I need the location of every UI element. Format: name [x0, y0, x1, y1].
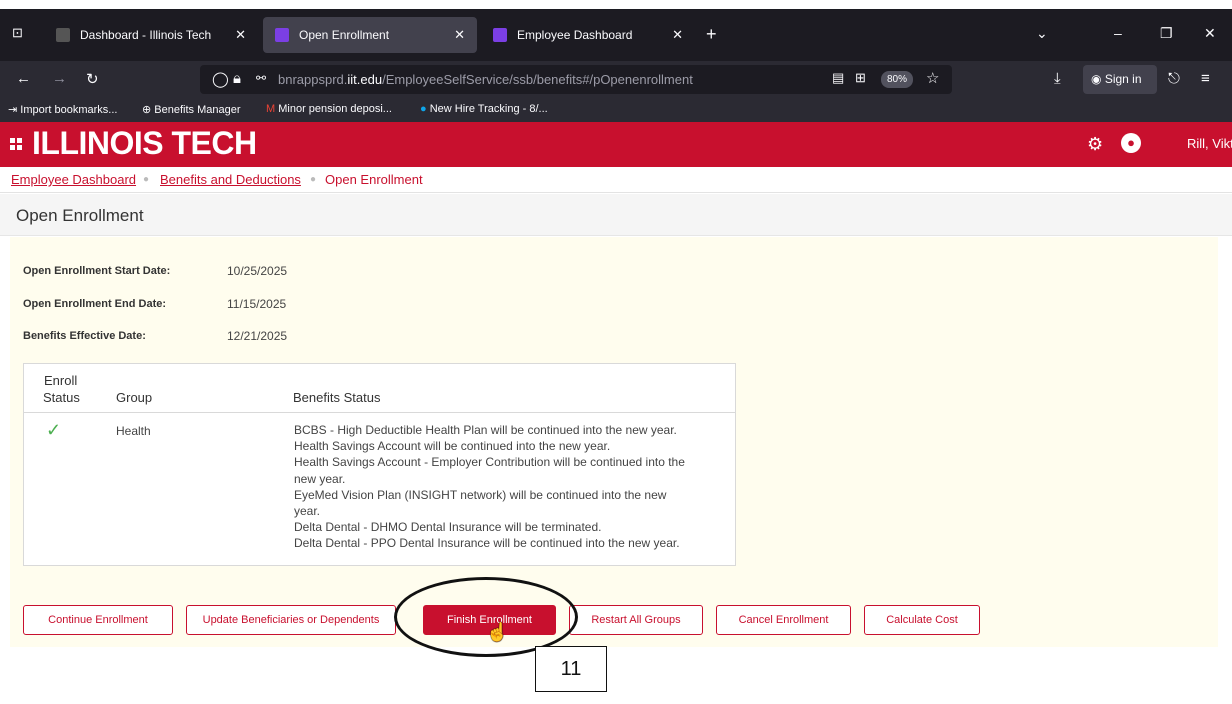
url-text[interactable]: bnrappsprd.iit.edu/EmployeeSelfService/s…: [278, 72, 693, 87]
close-icon[interactable]: ✕: [235, 27, 246, 43]
effective-date-label: Benefits Effective Date:: [23, 330, 146, 342]
minimize-icon[interactable]: –: [1114, 25, 1122, 41]
effective-date-value: 12/21/2025: [227, 329, 288, 343]
user-avatar-icon[interactable]: ●: [1121, 133, 1141, 153]
browser-tab-employee-dashboard[interactable]: Employee Dashboard ✕: [481, 17, 695, 53]
top-strip: [0, 0, 1232, 9]
breadcrumb-benefits-deductions[interactable]: Benefits and Deductions: [160, 172, 301, 187]
close-window-icon[interactable]: ✕: [1204, 25, 1216, 42]
benefit-line: BCBS - High Deductible Health Plan will …: [294, 423, 677, 437]
ellucian-favicon-icon: [493, 28, 507, 42]
breadcrumb-separator: ●: [143, 174, 150, 185]
list-all-tabs-chevron-icon[interactable]: ⌄: [1036, 25, 1048, 42]
tab-title: Employee Dashboard: [517, 28, 633, 42]
breadcrumb: Employee Dashboard ● Benefits and Deduct…: [0, 167, 1232, 193]
end-date-label: Open Enrollment End Date:: [23, 298, 167, 310]
zoom-level-badge[interactable]: 80%: [881, 71, 913, 88]
highlight-ellipse: [394, 577, 578, 657]
restart-all-groups-button[interactable]: Restart All Groups: [569, 605, 703, 635]
page-title: Open Enrollment: [16, 206, 144, 225]
brand-logo[interactable]: ILLINOIS TECH: [32, 125, 257, 162]
benefit-line: Health Savings Account will be continued…: [294, 439, 611, 454]
benefit-line: year.: [294, 504, 321, 519]
calculate-cost-button[interactable]: Calculate Cost: [864, 605, 980, 635]
browser-tab-dashboard[interactable]: Dashboard - Illinois Tech ✕: [44, 17, 258, 53]
install-app-icon[interactable]: ⊞: [855, 70, 866, 86]
breadcrumb-employee-dashboard[interactable]: Employee Dashboard: [11, 172, 136, 187]
address-bar[interactable]: ◯ 🔒︎ ⚯ bnrappsprd.iit.edu/EmployeeSelfSe…: [200, 65, 952, 94]
step-number-box: 11: [535, 646, 607, 692]
page-title-bar: Open Enrollment: [0, 194, 1232, 236]
breadcrumb-separator: ●: [310, 174, 317, 185]
checkmark-icon: ✓: [46, 420, 62, 440]
benefit-line: Health Savings Account - Employer Contri…: [294, 455, 685, 470]
close-icon[interactable]: ✕: [672, 27, 683, 43]
browser-nav-bar: ← → ↻ ◯ 🔒︎ ⚯ bnrappsprd.iit.edu/Employee…: [0, 61, 1232, 98]
site-permissions-icon[interactable]: ⚯: [256, 71, 266, 85]
gear-icon[interactable]: ⚙: [1087, 134, 1103, 155]
benefit-line: new year.: [294, 471, 346, 486]
bookmark-benefits-manager[interactable]: ⊕ Benefits Manager: [142, 103, 241, 116]
cancel-enrollment-button[interactable]: Cancel Enrollment: [716, 605, 851, 635]
browser-tab-open-enrollment[interactable]: Open Enrollment ✕: [263, 17, 477, 53]
reload-icon[interactable]: ↻: [86, 70, 99, 88]
hand-cursor-icon: ☝: [486, 622, 509, 642]
browser-tab-bar: ⊡ Dashboard - Illinois Tech ✕ Open Enrol…: [0, 9, 1232, 61]
sign-in-button[interactable]: ◉ Sign in: [1083, 65, 1157, 94]
start-date-label: Open Enrollment Start Date:: [23, 265, 171, 277]
lock-icon[interactable]: 🔒︎: [233, 70, 241, 87]
tab-title: Open Enrollment: [299, 28, 390, 42]
benefit-line: EyeMed Vision Plan (INSIGHT network) wil…: [294, 487, 667, 502]
tracking-shield-icon[interactable]: ◯: [212, 70, 229, 88]
restore-icon[interactable]: ❐: [1160, 25, 1173, 42]
end-date-value: 11/15/2025: [227, 297, 287, 311]
bookmark-import[interactable]: ⇥ Import bookmarks...: [8, 103, 117, 116]
col-header-enroll: Enroll: [44, 373, 78, 388]
close-icon[interactable]: ✕: [454, 27, 465, 43]
sharepoint-icon: ●: [420, 103, 427, 115]
bookmark-new-hire-tracking[interactable]: ● New Hire Tracking - 8/...: [420, 103, 548, 115]
start-date-value: 10/25/2025: [227, 264, 288, 278]
benefits-table: Enroll Status Group Benefits Status ✓ He…: [23, 363, 736, 566]
reader-view-icon[interactable]: ▤: [832, 70, 844, 86]
app-menu-grid-icon[interactable]: [10, 138, 22, 150]
downloads-icon[interactable]: ⤓: [1054, 70, 1061, 87]
benefit-line: Delta Dental - DHMO Dental Insurance wil…: [294, 520, 602, 535]
app-header: ILLINOIS TECH ⚙ ● Rill, Viktoria: [0, 122, 1232, 167]
table-divider: [24, 412, 735, 413]
back-arrow-icon[interactable]: ←: [16, 70, 31, 87]
bookmark-star-icon[interactable]: ☆: [926, 69, 939, 87]
tab-overview-icon[interactable]: ⊡: [12, 26, 23, 39]
breadcrumb-open-enrollment: Open Enrollment: [325, 172, 423, 187]
menu-icon[interactable]: ≡: [1201, 70, 1210, 87]
user-name[interactable]: Rill, Viktoria: [1187, 136, 1232, 151]
update-beneficiaries-button[interactable]: Update Beneficiaries or Dependents: [186, 605, 396, 635]
bookmarks-bar: ⇥ Import bookmarks... ⊕ Benefits Manager…: [0, 98, 1232, 122]
col-header-status: Status: [43, 390, 80, 405]
extensions-icon[interactable]: ⎋: [1168, 70, 1180, 87]
ellucian-favicon-icon: [275, 28, 289, 42]
benefit-line: Delta Dental - PPO Dental Insurance will…: [294, 536, 680, 551]
col-header-benefits-status: Benefits Status: [293, 390, 381, 405]
gmail-icon: M: [266, 103, 276, 115]
tab-title: Dashboard - Illinois Tech: [80, 28, 212, 42]
account-icon: ◉: [1091, 72, 1102, 86]
benefits-status-cell: BCBS - High Deductible Health Plan will …: [294, 422, 724, 552]
forward-arrow-icon[interactable]: →: [52, 70, 67, 87]
illinois-tech-favicon-icon: [56, 28, 70, 42]
continue-enrollment-button[interactable]: Continue Enrollment: [23, 605, 173, 635]
bookmark-minor-pension[interactable]: M Minor pension deposi...: [266, 103, 392, 115]
group-cell: Health: [116, 424, 151, 438]
new-tab-plus-icon[interactable]: +: [706, 25, 717, 43]
col-header-group: Group: [116, 390, 153, 405]
